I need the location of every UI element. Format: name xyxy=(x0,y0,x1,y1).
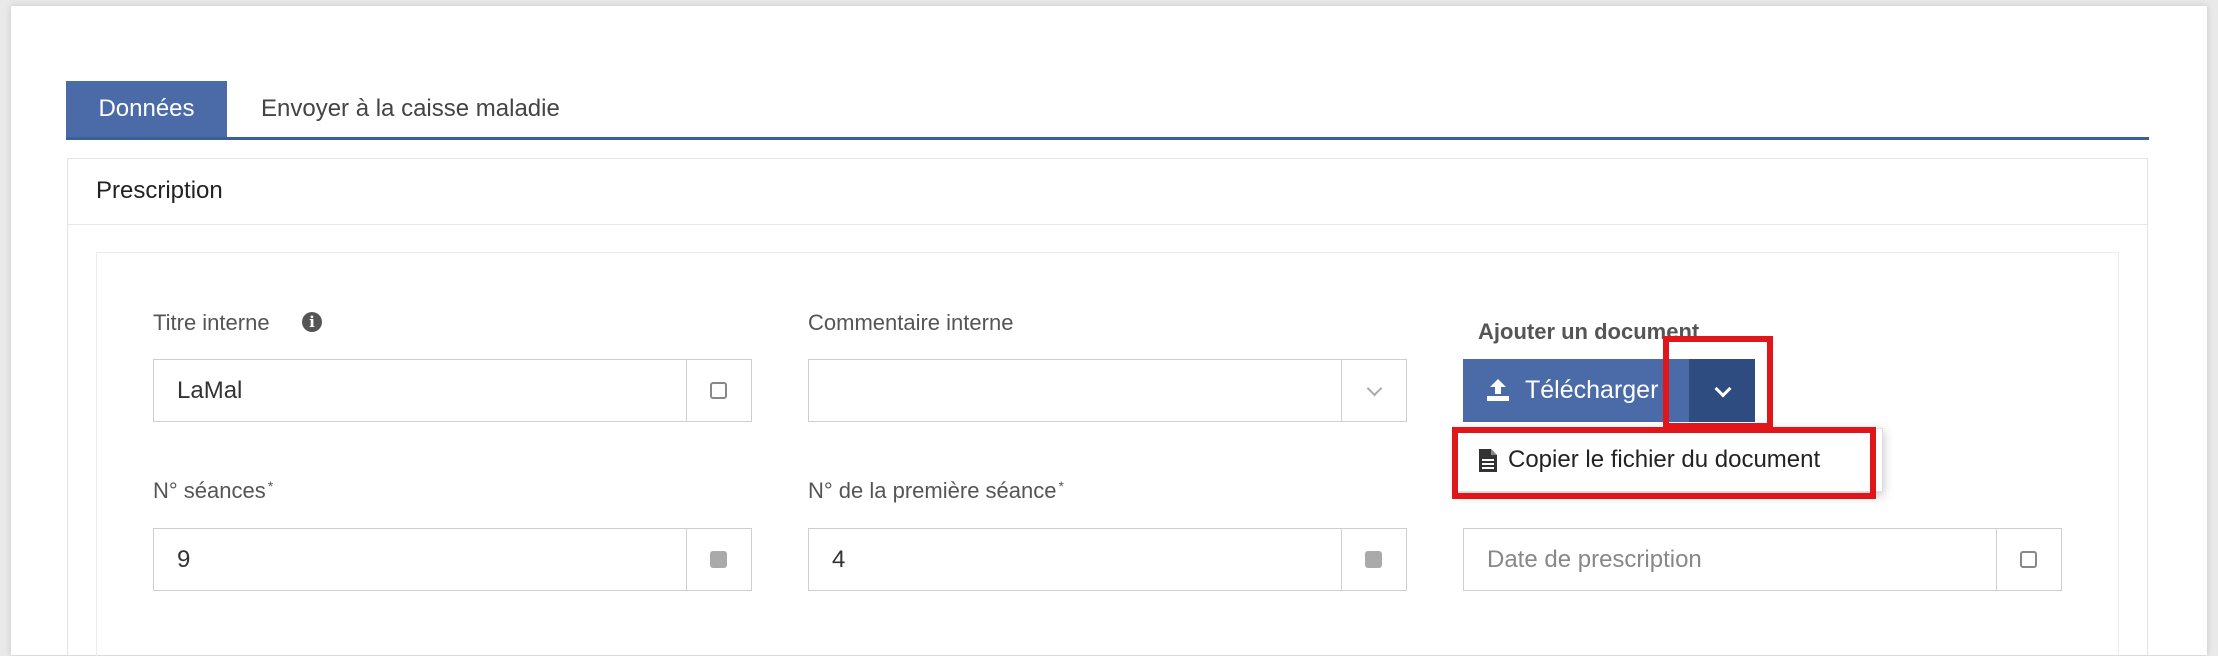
panel-divider xyxy=(68,224,2147,225)
commentaire-interne-select[interactable] xyxy=(808,359,1407,422)
premiere-seance-checkbox[interactable] xyxy=(1341,529,1406,590)
tab-envoyer-caisse-maladie[interactable]: Envoyer à la caisse maladie xyxy=(261,81,560,137)
date-prescription-checkbox[interactable] xyxy=(1996,529,2061,590)
date-prescription-placeholder: Date de prescription xyxy=(1487,546,1702,573)
info-icon[interactable]: i xyxy=(302,312,322,332)
checkbox-icon xyxy=(710,381,727,399)
checkbox-icon xyxy=(710,550,727,568)
menu-item-copier-fichier[interactable]: Copier le fichier du document xyxy=(1478,429,1820,491)
seances-label-text: N° séances xyxy=(153,478,266,503)
upload-dropdown-menu: Copier le fichier du document xyxy=(1457,428,1883,492)
chevron-down-icon xyxy=(1366,380,1383,396)
premiere-seance-field[interactable]: 4 xyxy=(808,528,1407,591)
upload-button[interactable]: Télécharger xyxy=(1463,359,1689,422)
titre-interne-field[interactable]: LaMal xyxy=(153,359,752,422)
premiere-seance-label: N° de la première séance * xyxy=(808,478,1064,504)
tab-donnees[interactable]: Données xyxy=(66,81,227,137)
titre-interne-label: Titre interne xyxy=(153,310,270,335)
seances-checkbox[interactable] xyxy=(686,529,751,590)
required-mark: * xyxy=(1058,478,1064,494)
tab-bar: Données Envoyer à la caisse maladie xyxy=(66,81,2149,140)
panel-title: Prescription xyxy=(96,177,223,204)
upload-button-label: Télécharger xyxy=(1525,376,1659,404)
upload-dropdown-toggle[interactable] xyxy=(1689,359,1755,422)
seances-value: 9 xyxy=(177,546,191,573)
commentaire-interne-label: Commentaire interne xyxy=(808,310,1014,335)
titre-interne-value: LaMal xyxy=(177,377,243,404)
premiere-seance-value: 4 xyxy=(832,546,846,573)
titre-interne-checkbox[interactable] xyxy=(686,360,751,421)
required-mark: * xyxy=(267,478,274,494)
chevron-down-icon xyxy=(1714,380,1732,397)
ajouter-document-label: Ajouter un document xyxy=(1478,319,1700,344)
upload-icon xyxy=(1487,379,1509,401)
menu-item-label: Copier le fichier du document xyxy=(1508,446,1821,473)
checkbox-icon xyxy=(2020,550,2037,568)
commentaire-dropdown-toggle[interactable] xyxy=(1341,360,1406,421)
file-text-icon xyxy=(1479,449,1497,472)
seances-label: N° séances * xyxy=(153,478,273,504)
seances-field[interactable]: 9 xyxy=(153,528,752,591)
premiere-seance-label-text: N° de la première séance xyxy=(808,478,1057,503)
date-prescription-field[interactable]: Date de prescription xyxy=(1463,528,2062,591)
checkbox-icon xyxy=(1365,550,1382,568)
